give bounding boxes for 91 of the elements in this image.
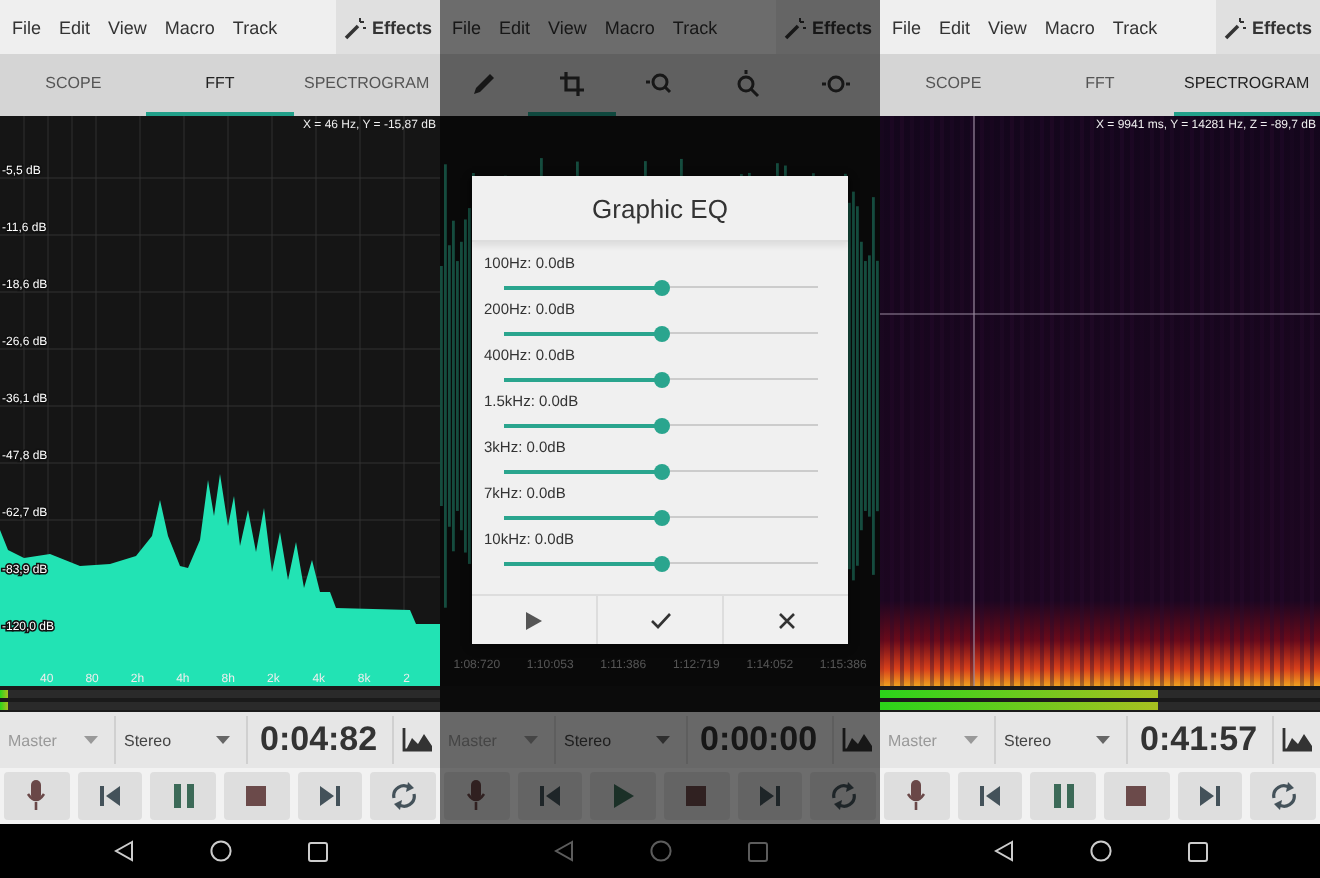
band-slider[interactable] bbox=[504, 324, 818, 342]
skip-forward-button[interactable] bbox=[1177, 772, 1243, 820]
menu-item[interactable]: Track bbox=[232, 17, 278, 37]
preview-button[interactable] bbox=[472, 596, 598, 644]
stop-icon bbox=[1126, 786, 1147, 806]
menu-item[interactable]: File bbox=[892, 17, 922, 37]
tab[interactable]: SCOPE bbox=[0, 54, 147, 116]
area-chart-icon bbox=[841, 728, 873, 752]
skip-back-icon bbox=[540, 786, 560, 806]
close-icon bbox=[777, 611, 795, 629]
area-chart-icon bbox=[401, 728, 433, 752]
close-button[interactable] bbox=[724, 596, 848, 644]
dialog-title: Graphic EQ bbox=[472, 176, 848, 242]
magic-wand-icon bbox=[343, 15, 368, 39]
loop-icon bbox=[829, 782, 858, 810]
dropdown-caret-icon bbox=[524, 736, 538, 744]
recent-apps-icon[interactable] bbox=[1187, 841, 1207, 861]
area-chart-icon bbox=[1281, 728, 1313, 752]
loop-button[interactable] bbox=[810, 772, 877, 820]
band-slider[interactable] bbox=[504, 416, 818, 434]
microphone-icon bbox=[466, 780, 487, 812]
crop-icon bbox=[558, 69, 586, 97]
pencil-icon bbox=[470, 69, 498, 97]
dropdown-caret-icon bbox=[84, 736, 98, 744]
loop-icon bbox=[1269, 782, 1298, 810]
band-slider[interactable] bbox=[504, 462, 818, 480]
stop-icon bbox=[686, 786, 707, 806]
tab[interactable]: SPECTROGRAM bbox=[293, 54, 440, 116]
band-slider[interactable] bbox=[504, 278, 818, 296]
time-display: 0:04:82 bbox=[260, 720, 378, 760]
mode-dropdown[interactable]: Stereo bbox=[996, 716, 1128, 764]
time-display: 0:41:57 bbox=[1140, 720, 1258, 760]
tab[interactable]: SCOPE bbox=[880, 54, 1027, 116]
play-icon bbox=[613, 784, 634, 808]
skip-back-button[interactable] bbox=[517, 772, 583, 820]
pause-button[interactable] bbox=[150, 772, 217, 820]
tab[interactable]: FFT bbox=[1026, 54, 1174, 116]
band-slider[interactable] bbox=[504, 370, 818, 388]
skip-back-icon bbox=[100, 786, 120, 806]
skip-forward-button[interactable] bbox=[297, 772, 363, 820]
zoom-vertical-icon bbox=[734, 67, 762, 99]
microphone-icon bbox=[26, 780, 47, 812]
pause-icon bbox=[1053, 784, 1074, 808]
loop-button[interactable] bbox=[370, 772, 437, 820]
band-slider[interactable] bbox=[504, 554, 818, 572]
checkmark-icon bbox=[649, 611, 671, 629]
mode-dropdown[interactable]: Stereo bbox=[116, 716, 248, 764]
magic-wand-icon bbox=[1223, 15, 1248, 39]
menu-item[interactable]: View bbox=[108, 17, 147, 37]
loop-icon bbox=[389, 782, 418, 810]
dropdown-caret-icon bbox=[964, 736, 978, 744]
stop-button[interactable] bbox=[664, 772, 730, 820]
record-button[interactable] bbox=[884, 772, 950, 820]
dropdown-caret-icon bbox=[656, 736, 670, 744]
home-icon[interactable] bbox=[209, 840, 231, 862]
record-button[interactable] bbox=[4, 772, 70, 820]
magic-wand-icon bbox=[783, 15, 808, 39]
band-slider[interactable] bbox=[504, 508, 818, 526]
menu-item[interactable]: View bbox=[988, 17, 1027, 37]
dropdown-caret-icon bbox=[216, 736, 230, 744]
menu-item[interactable]: Edit bbox=[939, 17, 971, 37]
recent-apps-icon[interactable] bbox=[307, 841, 327, 861]
skip-forward-icon bbox=[320, 786, 341, 806]
back-icon[interactable] bbox=[993, 840, 1013, 862]
effects-button[interactable]: Effects bbox=[1215, 0, 1320, 54]
skip-back-icon bbox=[980, 786, 1000, 806]
zoom-horizontal-icon bbox=[644, 69, 676, 97]
stop-button[interactable] bbox=[1104, 772, 1170, 820]
menu-item[interactable]: Macro bbox=[164, 17, 215, 37]
effects-button[interactable]: Effects bbox=[335, 0, 440, 54]
skip-forward-button[interactable] bbox=[737, 772, 803, 820]
play-button[interactable] bbox=[590, 772, 657, 820]
menu-item[interactable]: Edit bbox=[59, 17, 91, 37]
menu-item[interactable]: Track bbox=[1112, 17, 1158, 37]
skip-back-button[interactable] bbox=[957, 772, 1023, 820]
stop-icon bbox=[246, 786, 267, 806]
menu-item[interactable]: Macro bbox=[1044, 17, 1095, 37]
pause-button[interactable] bbox=[1030, 772, 1097, 820]
dropdown-caret-icon bbox=[1096, 736, 1110, 744]
play-icon bbox=[526, 611, 542, 629]
loop-button[interactable] bbox=[1250, 772, 1317, 820]
stop-button[interactable] bbox=[224, 772, 290, 820]
microphone-icon bbox=[906, 780, 927, 812]
pause-icon bbox=[173, 784, 194, 808]
skip-forward-icon bbox=[1200, 786, 1221, 806]
menu-item[interactable]: File bbox=[12, 17, 42, 37]
back-icon[interactable] bbox=[113, 840, 133, 862]
skip-forward-icon bbox=[760, 786, 781, 806]
time-display: 0:00:00 bbox=[700, 720, 818, 760]
home-icon[interactable] bbox=[1089, 840, 1111, 862]
skip-back-button[interactable] bbox=[77, 772, 143, 820]
